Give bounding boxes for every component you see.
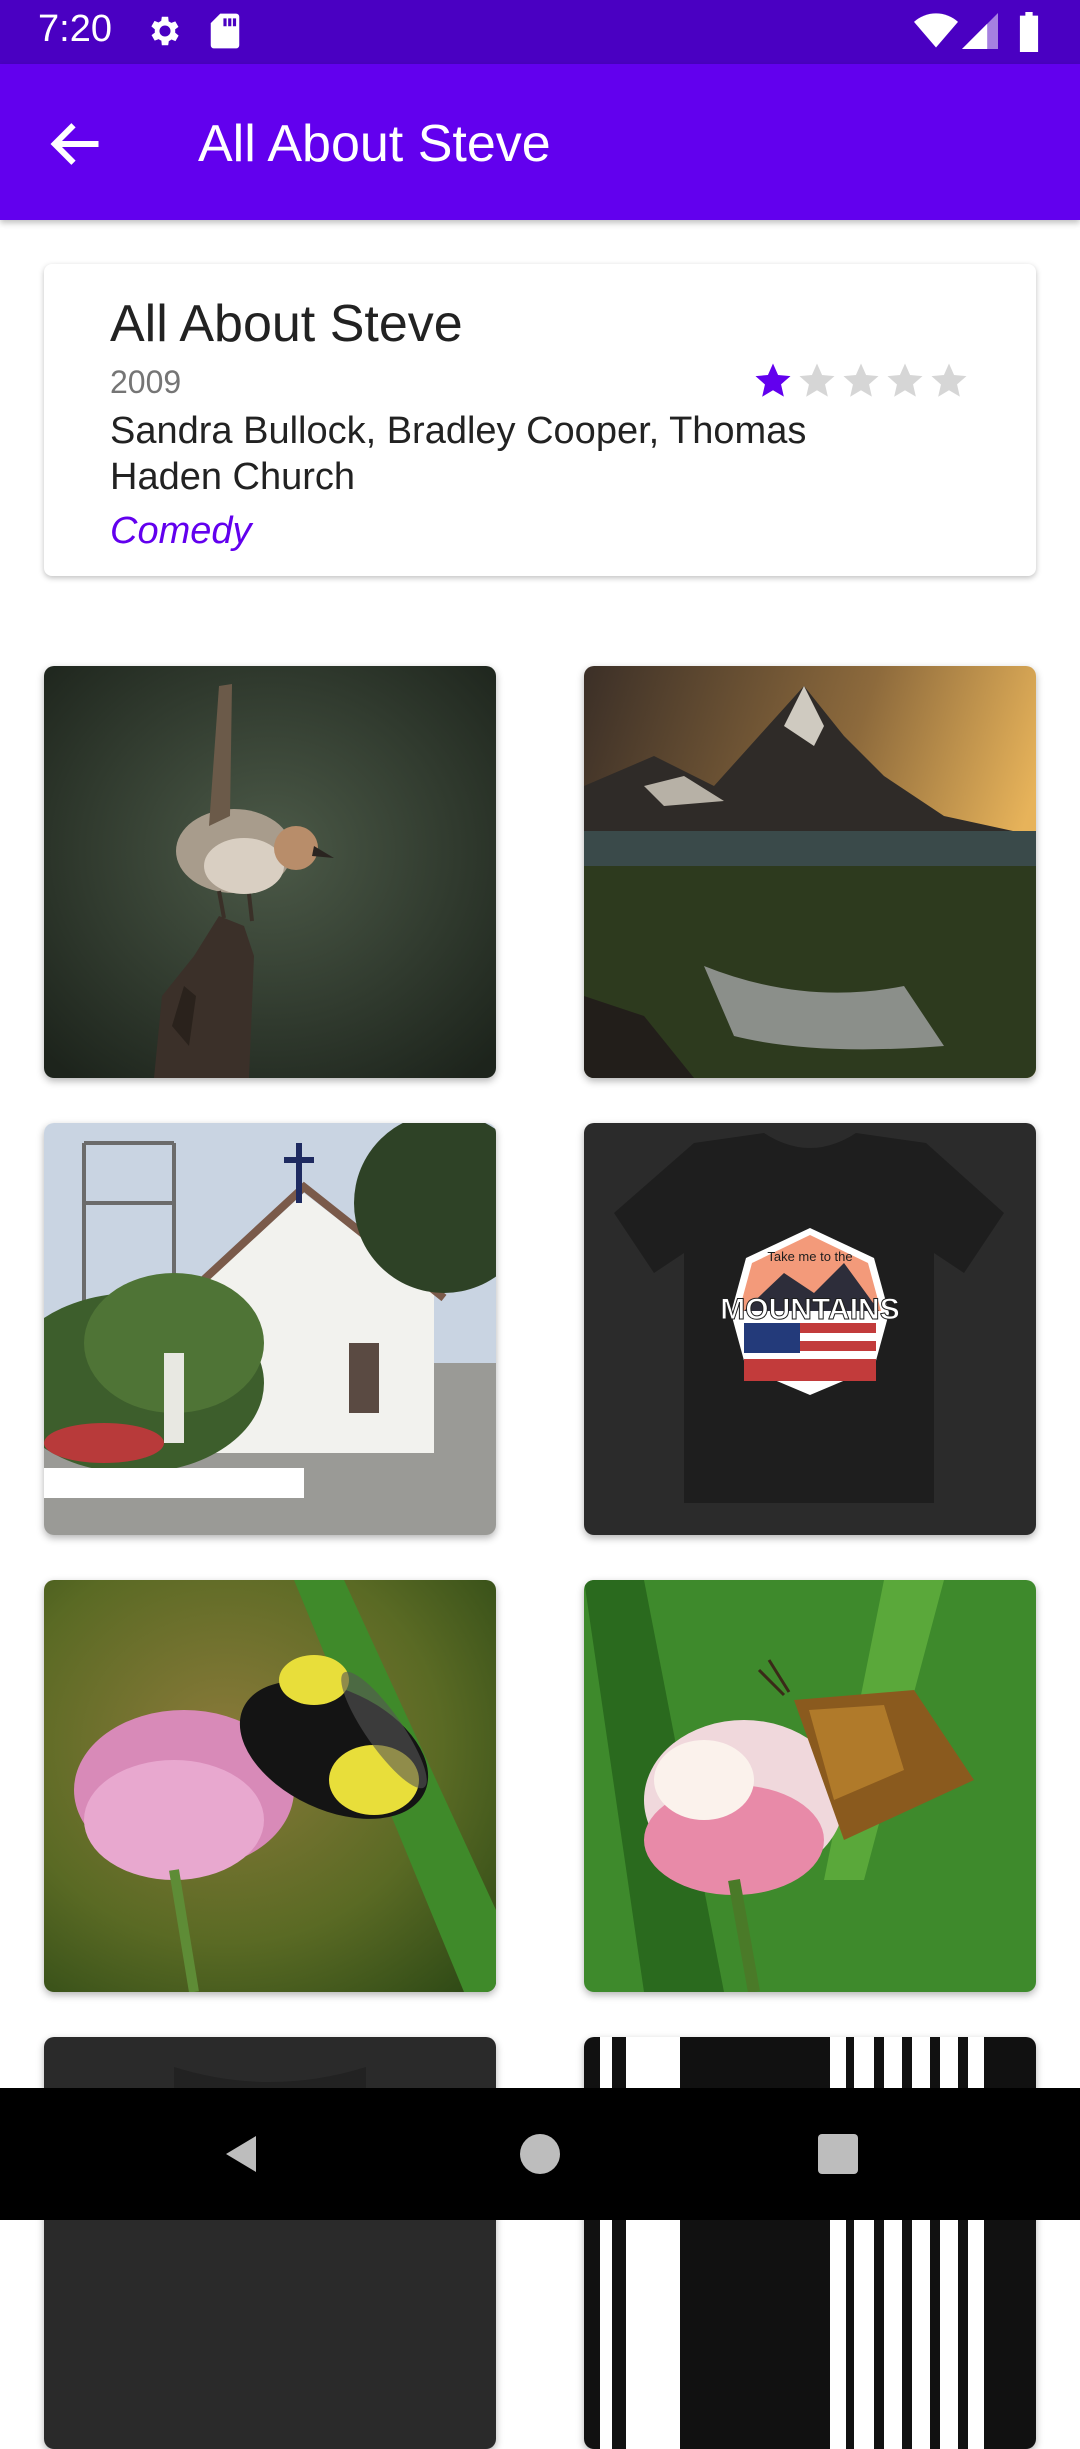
star-empty-icon[interactable] [840,360,882,402]
home-circle-icon[interactable] [516,2130,564,2183]
page-title: All About Steve [198,115,551,173]
wifi-icon [914,12,958,55]
gallery-image-church[interactable] [44,1123,496,1535]
app-bar: All About Steve [0,64,1080,220]
back-triangle-icon[interactable] [216,2130,264,2183]
star-empty-icon[interactable] [796,360,838,402]
movie-title: All About Steve [110,295,463,353]
status-time: 7:20 [38,8,112,50]
recents-square-icon[interactable] [814,2130,862,2183]
star-empty-icon[interactable] [884,360,926,402]
gallery-image-butterfly[interactable] [584,1580,1036,1992]
gallery-image-tshirt[interactable]: Take me to the MOUNTAINS [584,1123,1036,1535]
sd-card-icon [208,12,242,55]
star-empty-icon[interactable] [928,360,970,402]
gallery-image-bee[interactable] [44,1580,496,1992]
signal-icon [962,12,998,55]
movie-genre: Comedy [110,510,252,552]
rating-stars[interactable] [752,360,970,402]
gallery-image-bird[interactable] [44,666,496,1078]
status-bar: 7:20 [0,0,1080,64]
navigation-bar [0,2088,1080,2220]
battery-icon [1018,12,1040,57]
shirt-small-text: Take me to the [767,1249,852,1264]
shirt-text: MOUNTAINS [720,1293,899,1326]
movie-info-card: All About Steve 2009 Sandra Bullock, Bra… [44,264,1036,576]
star-filled-icon[interactable] [752,360,794,402]
gallery-image-mountain[interactable] [584,666,1036,1078]
arrow-left-icon[interactable] [46,114,106,174]
movie-cast: Sandra Bullock, Bradley Cooper, Thomas H… [110,410,807,498]
movie-year: 2009 [110,364,182,400]
gear-icon [146,12,184,55]
